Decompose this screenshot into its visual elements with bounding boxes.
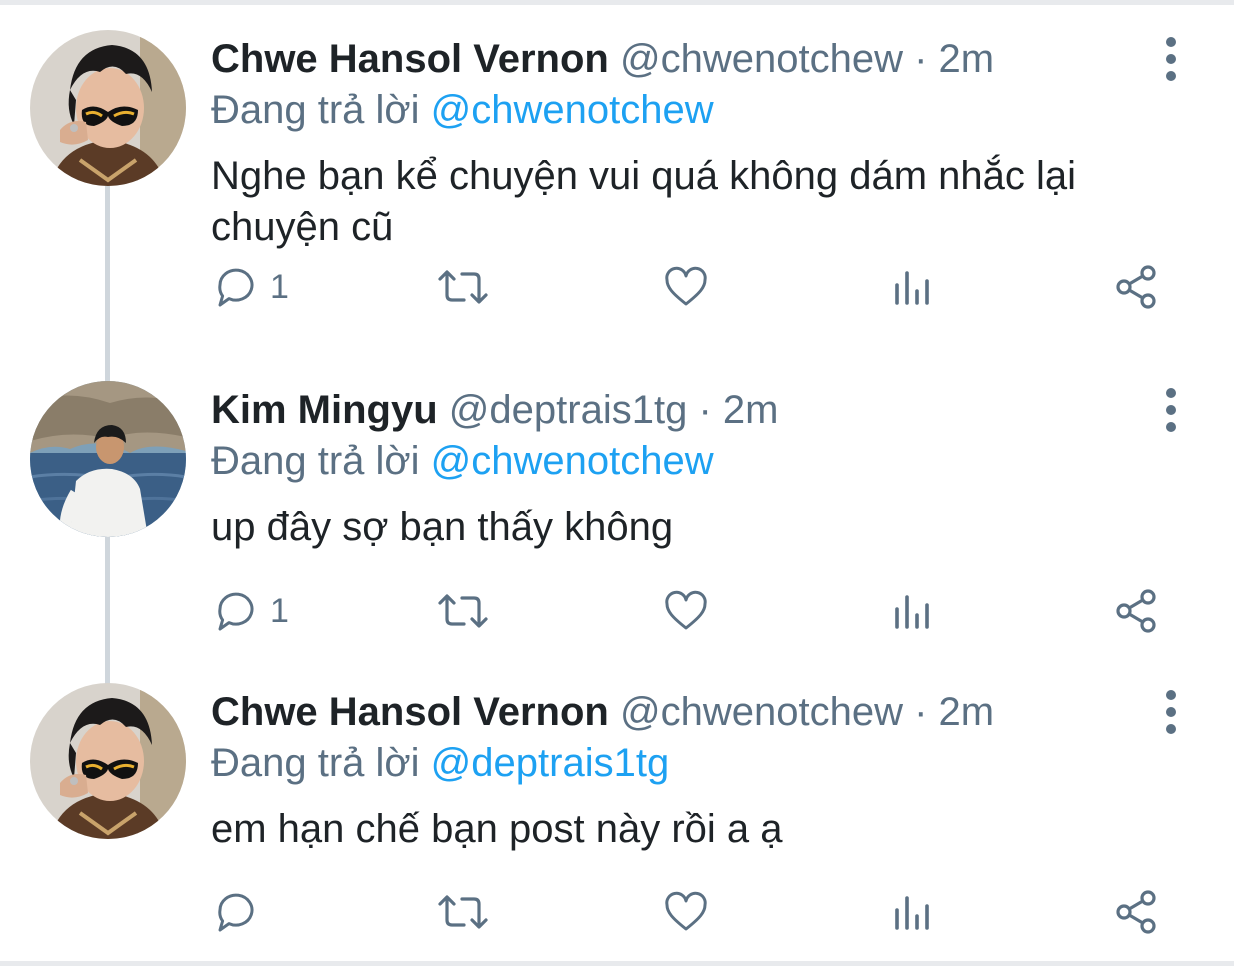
analytics-icon [895, 271, 929, 305]
replying-to: Đang trả lời @chwenotchew [211, 437, 714, 485]
analytics-button[interactable] [889, 262, 937, 312]
share-button[interactable] [1112, 586, 1160, 636]
reply-icon [218, 893, 254, 932]
analytics-button[interactable] [889, 887, 937, 937]
display-name[interactable]: Kim Mingyu [211, 388, 438, 432]
replying-to-label: Đang trả lời [211, 741, 420, 785]
retweet-icon [438, 270, 488, 304]
tweet-header: Chwe Hansol Vernon @chwenotchew · 2m [211, 688, 994, 736]
avatar[interactable] [30, 381, 186, 537]
retweet-button[interactable] [436, 586, 490, 636]
tweet[interactable]: Chwe Hansol Vernon @chwenotchew · 2m Đan… [0, 653, 1234, 953]
reply-mention-link[interactable]: @deptrais1tg [431, 741, 670, 785]
separator: · [914, 37, 928, 81]
tweet-text: up đây sợ bạn thấy không [211, 505, 674, 549]
avatar[interactable] [30, 683, 186, 839]
timestamp[interactable]: 2m [723, 388, 779, 432]
tweet-header: Chwe Hansol Vernon @chwenotchew · 2m [211, 35, 994, 83]
replying-to: Đang trả lời @deptrais1tg [211, 739, 669, 787]
like-button[interactable] [662, 586, 710, 636]
share-icon [1116, 890, 1156, 934]
user-handle[interactable]: @chwenotchew [620, 690, 903, 734]
like-button[interactable] [662, 262, 710, 312]
replying-to: Đang trả lời @chwenotchew [211, 86, 714, 134]
reply-count: 1 [270, 267, 289, 306]
more-button[interactable] [1153, 683, 1189, 743]
tweet-header: Kim Mingyu @deptrais1tg · 2m [211, 386, 778, 434]
retweet-icon [438, 594, 488, 628]
more-vertical-icon [1166, 388, 1176, 432]
bottom-divider [0, 961, 1234, 966]
avatar[interactable] [30, 30, 186, 186]
more-button[interactable] [1153, 381, 1189, 441]
timestamp[interactable]: 2m [939, 37, 995, 81]
tweet[interactable]: Chwe Hansol Vernon @chwenotchew · 2m Đan… [0, 0, 1234, 309]
retweet-button[interactable] [436, 887, 490, 937]
replying-to-label: Đang trả lời [211, 88, 420, 132]
tweet-text: Nghe bạn kể chuyện vui quá không dám nhắ… [211, 154, 1077, 249]
person-sunglasses-avatar [30, 30, 186, 186]
tweet[interactable]: Kim Mingyu @deptrais1tg · 2m Đang trả lờ… [0, 351, 1234, 651]
heart-icon [665, 590, 707, 630]
analytics-icon [895, 896, 929, 930]
display-name[interactable]: Chwe Hansol Vernon [211, 690, 609, 734]
like-button[interactable] [662, 887, 710, 937]
reply-button[interactable]: 1 [212, 262, 289, 312]
user-handle[interactable]: @deptrais1tg [449, 388, 688, 432]
separator: · [914, 690, 928, 734]
separator: · [698, 388, 712, 432]
tweet-text: em hạn chế bạn post này rồi a ạ [211, 807, 783, 851]
heart-icon [665, 266, 707, 306]
retweet-button[interactable] [436, 262, 490, 312]
replying-to-label: Đang trả lời [211, 439, 420, 483]
more-vertical-icon [1166, 37, 1176, 81]
share-button[interactable] [1112, 887, 1160, 937]
reply-button[interactable]: 1 [212, 586, 289, 636]
heart-icon [665, 891, 707, 931]
person-sunglasses-avatar [30, 683, 186, 839]
share-button[interactable] [1112, 262, 1160, 312]
reply-button[interactable] [212, 887, 270, 937]
share-icon [1116, 265, 1156, 309]
more-vertical-icon [1166, 690, 1176, 734]
person-by-sea-avatar [30, 381, 186, 537]
reply-mention-link[interactable]: @chwenotchew [431, 88, 714, 132]
analytics-button[interactable] [889, 586, 937, 636]
reply-count: 1 [270, 591, 289, 630]
user-handle[interactable]: @chwenotchew [620, 37, 903, 81]
reply-mention-link[interactable]: @chwenotchew [431, 439, 714, 483]
analytics-icon [895, 595, 929, 629]
timestamp[interactable]: 2m [939, 690, 995, 734]
retweet-icon [438, 895, 488, 929]
more-button[interactable] [1153, 30, 1189, 90]
display-name[interactable]: Chwe Hansol Vernon [211, 37, 609, 81]
reply-icon [218, 268, 254, 307]
share-icon [1116, 589, 1156, 633]
reply-icon [218, 592, 254, 631]
